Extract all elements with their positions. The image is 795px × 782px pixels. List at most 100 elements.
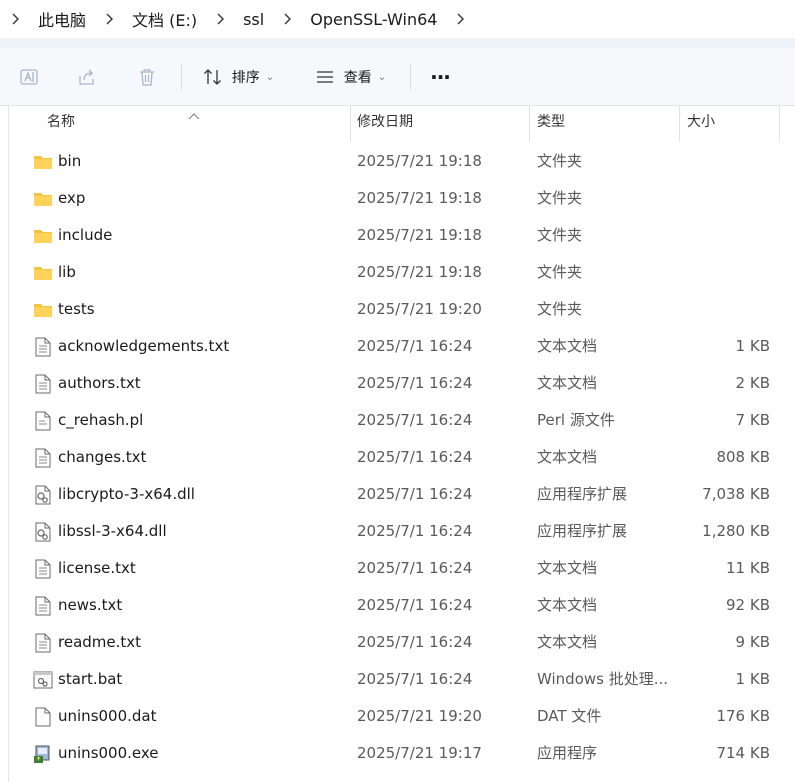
file-type: Windows 批处理... [537, 670, 669, 688]
chevron-right-icon[interactable] [272, 13, 302, 25]
file-size: 9 KB [735, 633, 770, 651]
chevron-down-icon: ⌄ [265, 71, 275, 83]
file-modified-date: 2025/7/1 16:24 [357, 374, 473, 392]
chevron-right-icon[interactable] [0, 13, 30, 25]
chevron-right-icon[interactable] [94, 13, 124, 25]
text-file-icon [32, 373, 54, 395]
column-header-size[interactable]: 大小 [687, 106, 715, 142]
file-size: 1 KB [735, 337, 770, 355]
file-row[interactable]: tests 2025/7/21 19:20 文件夹 [10, 291, 780, 328]
file-name: include [58, 226, 113, 244]
rename-icon [20, 69, 38, 85]
breadcrumb-item-openssl-win64[interactable]: OpenSSL-Win64 [302, 10, 445, 29]
file-name: libcrypto-3-x64.dll [58, 485, 195, 503]
file-modified-date: 2025/7/1 16:24 [357, 670, 473, 688]
file-row[interactable]: exp 2025/7/21 19:18 文件夹 [10, 180, 780, 217]
file-type: 文本文档 [537, 374, 598, 392]
sort-button[interactable]: 排序 ⌄ [192, 60, 284, 94]
file-type: DAT 文件 [537, 707, 602, 725]
file-modified-date: 2025/7/21 19:18 [357, 189, 482, 207]
file-type: 文件夹 [537, 300, 583, 318]
text-file-icon [32, 558, 54, 580]
view-list-icon [316, 71, 333, 83]
column-divider[interactable] [529, 106, 530, 142]
more-icon: ··· [430, 65, 451, 89]
installer-icon [32, 743, 54, 765]
chevron-right-icon[interactable] [205, 13, 235, 25]
folder-icon [32, 188, 54, 210]
file-row[interactable]: unins000.dat 2025/7/21 19:20 DAT 文件 176 KB [10, 698, 780, 735]
trash-icon [140, 69, 154, 86]
script-file-icon [32, 410, 54, 432]
file-row[interactable]: bin 2025/7/21 19:18 文件夹 [10, 143, 780, 180]
file-row[interactable]: unins000.exe 2025/7/21 19:17 应用程序 714 KB [10, 735, 780, 772]
file-list: 名称 修改日期 类型 大小 bin 2025/7/21 19:18 文件夹 exp 20… [0, 106, 795, 782]
more-options-button[interactable]: ··· [420, 60, 460, 94]
file-row[interactable]: license.txt 2025/7/1 16:24 文本文档 11 KB [10, 550, 780, 587]
column-header-type[interactable]: 类型 [537, 106, 565, 142]
file-row[interactable]: news.txt 2025/7/1 16:24 文本文档 92 KB [10, 587, 780, 624]
file-name: news.txt [58, 596, 123, 614]
toolbar-separator [181, 64, 182, 90]
file-row[interactable]: include 2025/7/21 19:18 文件夹 [10, 217, 780, 254]
file-size: 1,280 KB [702, 522, 770, 540]
folder-icon [32, 225, 54, 247]
file-size: 714 KB [716, 744, 770, 762]
chevron-right-icon[interactable] [445, 13, 475, 25]
file-type: 应用程序扩展 [537, 485, 628, 503]
blank-file-icon [32, 706, 54, 728]
file-name: acknowledgements.txt [58, 337, 230, 355]
text-file-icon [32, 447, 54, 469]
view-button[interactable]: 查看 ⌄ [304, 60, 396, 94]
file-type: 文本文档 [537, 448, 598, 466]
file-type: 文本文档 [537, 596, 598, 614]
file-modified-date: 2025/7/1 16:24 [357, 522, 473, 540]
file-modified-date: 2025/7/21 19:20 [357, 300, 482, 318]
toolbar-separator [410, 64, 411, 90]
file-modified-date: 2025/7/1 16:24 [357, 559, 473, 577]
file-size: 11 KB [726, 559, 770, 577]
file-row[interactable]: start.bat 2025/7/1 16:24 Windows 批处理... 1 K… [10, 661, 780, 698]
breadcrumb-item-this-pc[interactable]: 此电脑 [30, 7, 94, 31]
file-size: 176 KB [716, 707, 770, 725]
file-name: authors.txt [58, 374, 141, 392]
dll-file-icon [32, 484, 54, 506]
file-type: 文本文档 [537, 633, 598, 651]
file-row[interactable]: readme.txt 2025/7/1 16:24 文本文档 9 KB [10, 624, 780, 661]
file-name: unins000.dat [58, 707, 157, 725]
file-modified-date: 2025/7/21 19:18 [357, 226, 482, 244]
file-row[interactable]: lib 2025/7/21 19:18 文件夹 [10, 254, 780, 291]
delete-button[interactable] [130, 60, 164, 94]
column-divider[interactable] [779, 106, 780, 142]
file-modified-date: 2025/7/1 16:24 [357, 337, 473, 355]
file-row[interactable]: libcrypto-3-x64.dll 2025/7/1 16:24 应用程序扩展 7… [10, 476, 780, 513]
command-bar: 排序 ⌄ 查看 ⌄ ··· [0, 48, 795, 106]
column-header-date[interactable]: 修改日期 [357, 106, 413, 142]
file-modified-date: 2025/7/21 19:17 [357, 744, 482, 762]
file-row[interactable]: acknowledgements.txt 2025/7/1 16:24 文本文档 1 … [10, 328, 780, 365]
breadcrumb-item-ssl[interactable]: ssl [235, 10, 272, 29]
file-name: libssl-3-x64.dll [58, 522, 167, 540]
file-modified-date: 2025/7/21 19:20 [357, 707, 482, 725]
file-modified-date: 2025/7/1 16:24 [357, 411, 473, 429]
file-type: 应用程序 [537, 744, 598, 762]
share-button[interactable] [70, 60, 104, 94]
column-header-row: 名称 修改日期 类型 大小 [0, 106, 795, 142]
file-size: 92 KB [726, 596, 770, 614]
file-row[interactable]: c_rehash.pl 2025/7/1 16:24 Perl 源文件 7 KB [10, 402, 780, 439]
rename-button[interactable] [12, 60, 46, 94]
column-header-name[interactable]: 名称 [47, 106, 75, 142]
file-name: license.txt [58, 559, 136, 577]
file-name: exp [58, 189, 86, 207]
file-size: 1 KB [735, 670, 770, 688]
sort-label: 排序 [231, 70, 260, 86]
share-icon [79, 69, 94, 85]
sort-icon [203, 69, 221, 85]
file-row[interactable]: libssl-3-x64.dll 2025/7/1 16:24 应用程序扩展 1,28… [10, 513, 780, 550]
column-divider[interactable] [679, 106, 680, 142]
text-file-icon [32, 632, 54, 654]
column-divider[interactable] [350, 106, 351, 142]
breadcrumb-item-drive-e[interactable]: 文档 (E:) [124, 7, 205, 31]
file-row[interactable]: authors.txt 2025/7/1 16:24 文本文档 2 KB [10, 365, 780, 402]
file-row[interactable]: changes.txt 2025/7/1 16:24 文本文档 808 KB [10, 439, 780, 476]
